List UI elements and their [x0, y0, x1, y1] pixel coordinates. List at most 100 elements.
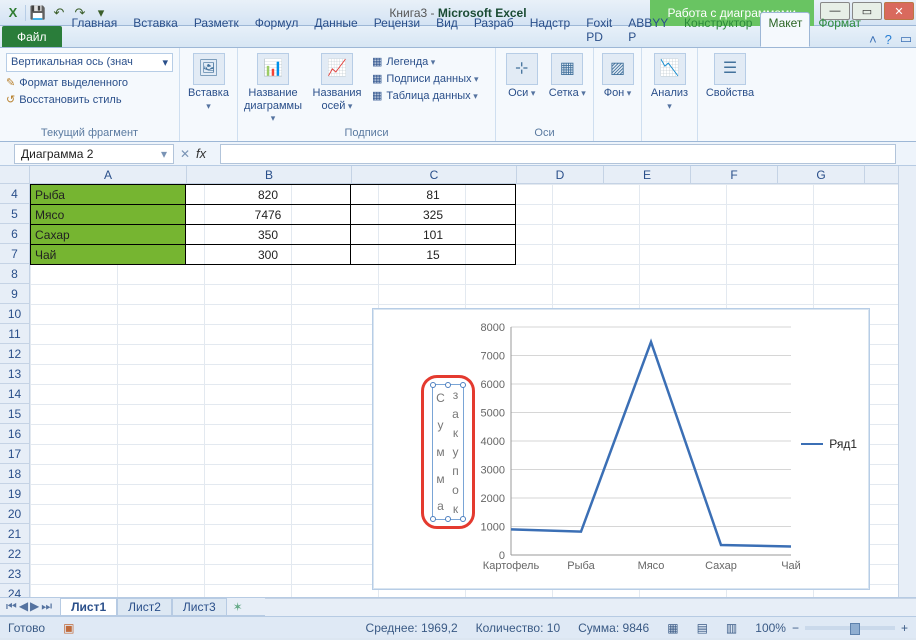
table-row[interactable]: Рыба82081	[31, 185, 516, 205]
tab-главная[interactable]: Главная	[64, 12, 126, 47]
zoom-in-icon[interactable]: +	[901, 621, 908, 635]
row-header[interactable]: 10	[0, 304, 30, 324]
tab-вид[interactable]: Вид	[428, 12, 466, 47]
tab-формат[interactable]: Формат	[810, 12, 869, 47]
col-header-A[interactable]: A	[30, 166, 187, 184]
save-icon[interactable]: 💾	[29, 4, 47, 22]
row-header[interactable]: 21	[0, 524, 30, 544]
chart-title-button[interactable]: 📊Название диаграммы	[244, 51, 302, 125]
tab-конструктор[interactable]: Конструктор	[676, 12, 760, 47]
tab-file[interactable]: Файл	[2, 26, 62, 47]
row-header[interactable]: 6	[0, 224, 30, 244]
cancel-icon[interactable]: ✕	[174, 147, 196, 161]
zoom-value: 100%	[755, 621, 786, 635]
column-headers[interactable]: ABCDEFGHI	[30, 166, 916, 184]
axis-titles-button[interactable]: 📈Названия осей	[308, 51, 366, 112]
view-pagebreak-icon[interactable]: ▥	[726, 621, 737, 635]
view-normal-icon[interactable]: ▦	[667, 621, 678, 635]
close-button[interactable]: ✕	[884, 2, 914, 20]
sheet-tab[interactable]: Лист2	[117, 598, 172, 615]
sheet-tab-bar: ⏮◀▶⏭ Лист1Лист2Лист3 ✶	[0, 598, 916, 616]
horizontal-scrollbar[interactable]	[265, 598, 916, 616]
sheet-tab[interactable]: Лист3	[172, 598, 227, 615]
data-labels-button[interactable]: ▦Подписи данных	[372, 70, 479, 87]
axis-title-textbox[interactable]: Сумма закупок	[432, 384, 464, 520]
row-header[interactable]: 7	[0, 244, 30, 264]
row-header[interactable]: 9	[0, 284, 30, 304]
doc-restore-icon[interactable]: ▭	[900, 31, 912, 47]
tab-abbyy p[interactable]: ABBYY P	[620, 12, 676, 47]
row-header[interactable]: 18	[0, 464, 30, 484]
insert-button[interactable]: 🖼Вставка	[186, 51, 231, 112]
tab-разметк[interactable]: Разметк	[186, 12, 247, 47]
chart-object[interactable]: 010002000300040005000600070008000Картофе…	[372, 308, 870, 590]
tab-вставка[interactable]: Вставка	[125, 12, 186, 47]
help-icon[interactable]: ?	[885, 32, 892, 47]
tab-данные[interactable]: Данные	[306, 12, 365, 47]
reset-style-button[interactable]: ↺Восстановить стиль	[6, 91, 173, 108]
row-header[interactable]: 11	[0, 324, 30, 344]
tab-разраб[interactable]: Разраб	[466, 12, 522, 47]
chart-inner: 010002000300040005000600070008000Картофе…	[381, 317, 861, 581]
col-header-F[interactable]: F	[691, 166, 778, 184]
table-row[interactable]: Сахар350101	[31, 225, 516, 245]
zoom-slider[interactable]	[805, 626, 895, 630]
tab-макет[interactable]: Макет	[760, 12, 810, 47]
row-header[interactable]: 13	[0, 364, 30, 384]
row-header[interactable]: 14	[0, 384, 30, 404]
view-layout-icon[interactable]: ▤	[697, 621, 708, 635]
vertical-scrollbar[interactable]	[898, 166, 916, 597]
gridlines-button[interactable]: ▦Сетка	[548, 51, 588, 100]
tab-рецензи[interactable]: Рецензи	[366, 12, 428, 47]
table-row[interactable]: Чай30015	[31, 245, 516, 265]
row-header[interactable]: 22	[0, 544, 30, 564]
row-header[interactable]: 16	[0, 424, 30, 444]
row-header[interactable]: 12	[0, 344, 30, 364]
background-icon: ▨	[602, 53, 634, 85]
properties-button[interactable]: ☰Свойства	[704, 51, 756, 100]
row-header[interactable]: 17	[0, 444, 30, 464]
row-header[interactable]: 8	[0, 264, 30, 284]
ribbon-minimize-icon[interactable]: ˄	[869, 32, 877, 47]
worksheet-grid[interactable]: ABCDEFGHI 456789101112131415161718192021…	[0, 166, 916, 598]
row-header[interactable]: 15	[0, 404, 30, 424]
fx-icon[interactable]: fx	[196, 146, 220, 161]
table-row[interactable]: Мясо7476325	[31, 205, 516, 225]
zoom-control[interactable]: 100% − +	[755, 621, 908, 635]
background-button[interactable]: ▨Фон	[600, 51, 635, 100]
col-header-G[interactable]: G	[778, 166, 865, 184]
svg-text:5000: 5000	[481, 408, 505, 420]
col-header-B[interactable]: B	[187, 166, 352, 184]
tab-foxit pd[interactable]: Foxit PD	[578, 12, 620, 47]
zoom-out-icon[interactable]: −	[792, 621, 799, 635]
chart-element-selector[interactable]: Вертикальная ось (знач▾	[6, 51, 173, 74]
chart-legend[interactable]: Ряд1	[801, 437, 857, 451]
tab-надстр[interactable]: Надстр	[522, 12, 579, 47]
format-selection-button[interactable]: ✎Формат выделенного	[6, 74, 173, 91]
formula-input[interactable]	[220, 144, 896, 164]
legend-button[interactable]: ▦Легенда	[372, 53, 479, 70]
row-header[interactable]: 19	[0, 484, 30, 504]
col-header-E[interactable]: E	[604, 166, 691, 184]
row-header[interactable]: 23	[0, 564, 30, 584]
row-header[interactable]: 24	[0, 584, 30, 598]
select-all-corner[interactable]	[0, 166, 30, 184]
macro-record-icon[interactable]: ▣	[63, 621, 74, 635]
svg-text:4000: 4000	[481, 436, 505, 448]
analysis-button[interactable]: 📉Анализ	[648, 51, 691, 112]
name-box[interactable]: Диаграмма 2▾	[14, 144, 174, 164]
status-average: Среднее: 1969,2	[366, 621, 458, 635]
sheet-nav[interactable]: ⏮◀▶⏭	[6, 599, 52, 614]
row-headers[interactable]: 4567891011121314151617181920212223242526…	[0, 184, 30, 598]
group-label: Текущий фрагмент	[6, 125, 173, 139]
sheet-tab[interactable]: Лист1	[60, 598, 117, 615]
row-header[interactable]: 5	[0, 204, 30, 224]
cells-area[interactable]: Рыба82081Мясо7476325Сахар350101Чай30015 …	[30, 184, 898, 597]
data-table-button[interactable]: ▦Таблица данных	[372, 87, 479, 104]
tab-формул[interactable]: Формул	[247, 12, 307, 47]
axes-button[interactable]: ⊹Оси	[502, 51, 542, 100]
col-header-D[interactable]: D	[517, 166, 604, 184]
col-header-C[interactable]: C	[352, 166, 517, 184]
row-header[interactable]: 20	[0, 504, 30, 524]
row-header[interactable]: 4	[0, 184, 30, 204]
